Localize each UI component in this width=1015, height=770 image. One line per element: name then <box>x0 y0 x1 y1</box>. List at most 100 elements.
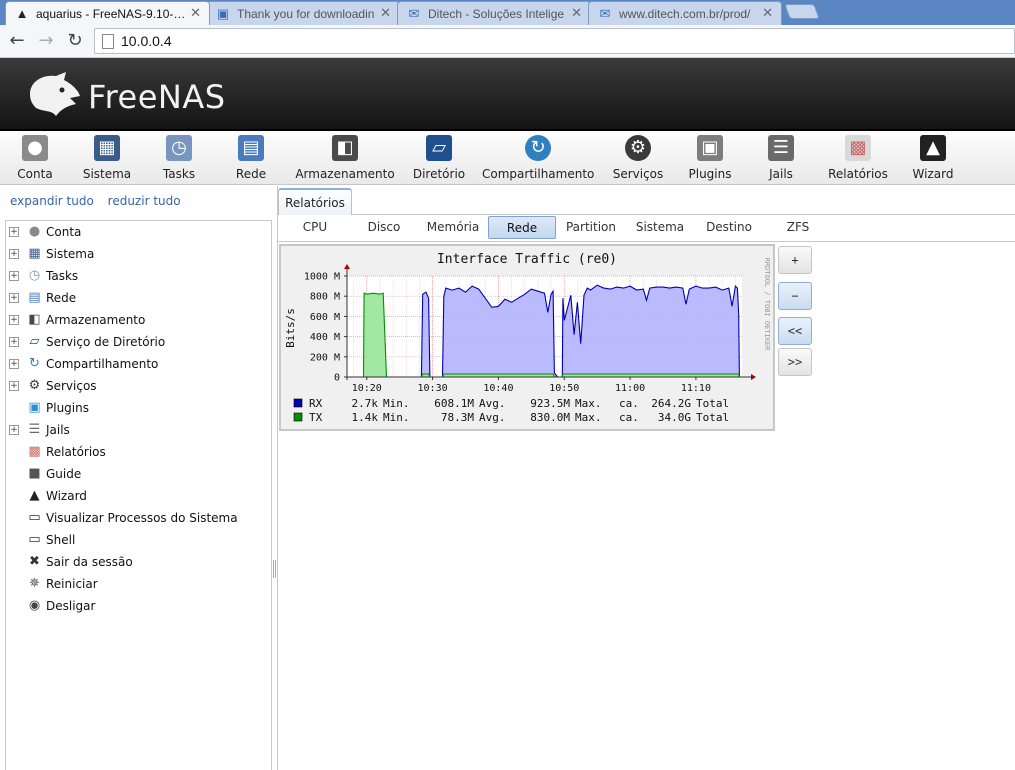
close-icon[interactable]: ✕ <box>190 5 201 21</box>
address-url: 10.0.0.4 <box>121 33 172 49</box>
close-x-icon: ✖ <box>29 554 40 569</box>
reload-icon[interactable]: ↻ <box>64 30 86 52</box>
tree-item-wizard-hat[interactable]: ▲ Wizard <box>6 486 271 506</box>
tree-item-guide[interactable]: ■ Guide <box>6 464 271 484</box>
toolbar-label: Diretório <box>412 167 466 181</box>
tree-item-label: Visualizar Processos do Sistema <box>46 511 238 525</box>
forward-arrow-icon[interactable]: → <box>35 30 57 52</box>
tree-item-directory[interactable]: + ▱ Serviço de Diretório <box>6 332 271 352</box>
subtab-disco[interactable]: Disco <box>350 216 418 239</box>
expand-plus-icon[interactable]: + <box>9 227 19 237</box>
expand-all-link[interactable]: expandir tudo <box>10 194 94 208</box>
address-bar[interactable]: 10.0.0.4 <box>94 28 1015 54</box>
browser-navbar: ← → ↻ 10.0.0.4 <box>0 25 1015 58</box>
legend-text: 830.0M <box>530 411 570 424</box>
brand-name: FreeNAS <box>88 78 226 116</box>
interface-traffic-graph: Interface Traffic (re0) Bits/s RRDTOOL /… <box>279 244 775 431</box>
close-icon[interactable]: ✕ <box>762 5 773 21</box>
tree-item-system[interactable]: + ▦ Sistema <box>6 244 271 264</box>
toolbar-servicos-button[interactable]: ⚙ Serviços <box>609 135 667 181</box>
guide-icon: ■ <box>28 466 41 481</box>
tree-item-users[interactable]: + ● Conta <box>6 222 271 242</box>
subtab-partition[interactable]: Partition <box>557 216 625 239</box>
tree-item-label: Plugins <box>46 401 89 415</box>
toolbar-relatorios-button[interactable]: ▩ Relatórios <box>826 135 890 181</box>
subtab-sistema[interactable]: Sistema <box>626 216 694 239</box>
legend-text: 78.3M <box>441 411 474 424</box>
tree-item-plugin[interactable]: ▣ Plugins <box>6 398 271 418</box>
toolbar-label: Serviços <box>612 167 664 181</box>
back-arrow-icon[interactable]: ← <box>6 30 28 52</box>
next-period-button[interactable]: >> <box>778 348 812 376</box>
zoom-in-button[interactable]: + <box>778 246 812 274</box>
tree-item-jail[interactable]: + ☰ Jails <box>6 420 271 440</box>
subtab-cpu[interactable]: CPU <box>281 216 349 239</box>
new-tab-button[interactable] <box>784 4 820 19</box>
subtab-memoria[interactable]: Memória <box>419 216 487 239</box>
page-icon <box>102 34 114 49</box>
toolbar-diretorio-button[interactable]: ▱ Diretório <box>411 135 467 181</box>
tree-item-share[interactable]: + ↻ Compartilhamento <box>6 354 271 374</box>
x-tick-label: 10:50 <box>549 383 579 394</box>
toolbar-label: Relatórios <box>828 167 888 181</box>
tree-item-restart[interactable]: ✵ Reiniciar <box>6 574 271 594</box>
toolbar-tasks-button[interactable]: ◷ Tasks <box>156 135 202 181</box>
browser-tab-ditech-prod[interactable]: ✉ www.ditech.com.br/prod/ ✕ <box>588 1 782 25</box>
expand-plus-icon[interactable]: + <box>9 425 19 435</box>
expand-plus-icon[interactable]: + <box>9 337 19 347</box>
browser-tab-freenas[interactable]: ▲ aquarius - FreeNAS-9.10-… ✕ <box>5 1 210 25</box>
system-icon: ▦ <box>28 246 41 261</box>
tree-item-clock[interactable]: + ◷ Tasks <box>6 266 271 286</box>
close-icon[interactable]: ✕ <box>571 5 582 21</box>
toolbar-wizard-button[interactable]: ▲ Wizard <box>910 135 956 181</box>
expand-plus-icon[interactable]: + <box>9 271 19 281</box>
collapse-all-link[interactable]: reduzir tudo <box>108 194 181 208</box>
tree-item-process[interactable]: ▭ Visualizar Processos do Sistema <box>6 508 271 528</box>
subtab-destino[interactable]: Destino <box>695 216 763 239</box>
tree-item-gears[interactable]: + ⚙ Serviços <box>6 376 271 396</box>
toolbar-plugins-button[interactable]: ▣ Plugins <box>686 135 734 181</box>
subtab-zfs[interactable]: ZFS <box>764 216 832 239</box>
toolbar-armazenamento-button[interactable]: ◧ Armazenamento <box>294 135 396 181</box>
browser-tab-ditech[interactable]: ✉ Ditech - Soluções Intelige ✕ <box>397 1 591 25</box>
tree-item-label: Sair da sessão <box>46 555 133 569</box>
toolbar-compartilhamento-button[interactable]: ↻ Compartilhamento <box>482 135 594 181</box>
panel-splitter[interactable] <box>273 560 276 578</box>
toolbar-conta-button[interactable]: ● Conta <box>12 135 58 181</box>
expand-plus-icon[interactable]: + <box>9 381 19 391</box>
browser-tab-download[interactable]: ▣ Thank you for downloadin ✕ <box>206 1 400 25</box>
share-icon: ↻ <box>29 356 40 371</box>
zoom-out-button[interactable]: − <box>778 282 812 310</box>
toolbar-sistema-button[interactable]: ▦ Sistema <box>79 135 135 181</box>
tree-item-storage[interactable]: + ◧ Armazenamento <box>6 310 271 330</box>
tree-item-label: Conta <box>46 225 82 239</box>
toolbar-rede-button[interactable]: ▤ Rede <box>229 135 273 181</box>
expand-plus-icon[interactable]: + <box>9 315 19 325</box>
storage-icon: ◧ <box>332 135 358 161</box>
wizard-hat-icon: ▲ <box>29 488 40 503</box>
toolbar-jails-button[interactable]: ☰ Jails <box>761 135 801 181</box>
restart-icon: ✵ <box>29 576 40 591</box>
traffic-chart: Interface Traffic (re0) Bits/s RRDTOOL /… <box>284 252 771 424</box>
legend-text: Min. <box>383 397 410 410</box>
close-icon[interactable]: ✕ <box>380 5 391 21</box>
tab-relatorios[interactable]: Relatórios <box>278 188 352 215</box>
users-icon: ● <box>22 135 48 161</box>
tree-item-report[interactable]: ▩ Relatórios <box>6 442 271 462</box>
tree-item-network[interactable]: + ▤ Rede <box>6 288 271 308</box>
chart-watermark: RRDTOOL / TOBI OETIKER <box>763 258 771 352</box>
tree-item-power[interactable]: ◉ Desligar <box>6 596 271 616</box>
previous-period-button[interactable]: << <box>778 317 812 345</box>
chart-ylabel: Bits/s <box>284 308 297 348</box>
expand-plus-icon[interactable]: + <box>9 359 19 369</box>
tree-item-close-x[interactable]: ✖ Sair da sessão <box>6 552 271 572</box>
y-tick-label: 200 M <box>310 352 340 363</box>
gears-icon: ⚙ <box>28 378 41 393</box>
subtab-rede[interactable]: Rede <box>488 216 556 239</box>
toolbar-label: Wizard <box>912 167 954 181</box>
legend-swatch-rx <box>293 398 303 408</box>
tree-item-shell[interactable]: ▭ Shell <box>6 530 271 550</box>
expand-plus-icon[interactable]: + <box>9 293 19 303</box>
plugin-icon: ▣ <box>28 400 41 415</box>
expand-plus-icon[interactable]: + <box>9 249 19 259</box>
